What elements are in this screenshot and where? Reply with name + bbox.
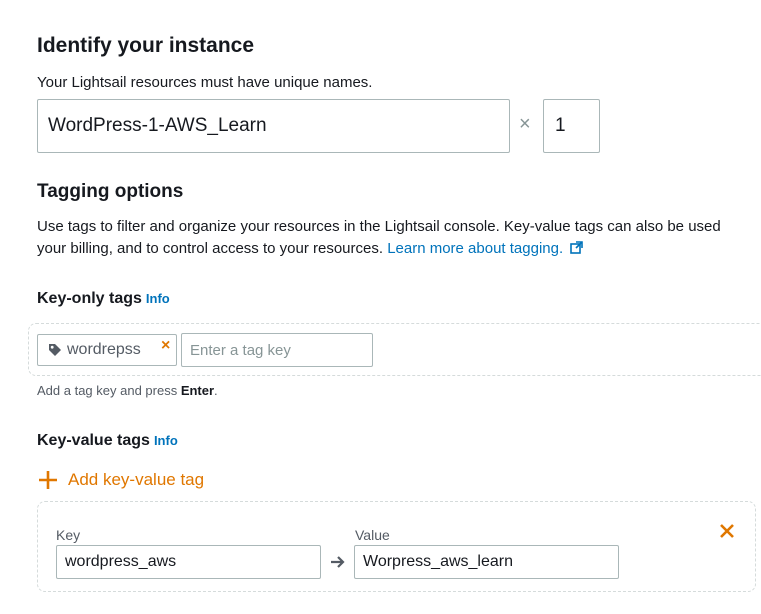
remove-key-value-tag-icon[interactable] (719, 523, 735, 539)
key-value-tags-title: Key-value tags (37, 432, 150, 449)
tag-key-field[interactable]: wordpress_aws (56, 545, 321, 579)
hint-prefix: Add a tag key and press (37, 383, 181, 398)
learn-more-tagging-link[interactable]: Learn more about tagging. (387, 240, 584, 257)
key-value-info-link[interactable]: Info (154, 433, 178, 448)
arrow-right-icon (331, 556, 345, 568)
key-only-hint: Add a tag key and press Enter. (37, 383, 218, 398)
remove-tag-icon[interactable]: × (161, 337, 170, 355)
tag-value-field[interactable]: Worpress_aws_learn (354, 545, 619, 579)
tag-icon (49, 344, 61, 356)
key-label: Key (56, 527, 81, 543)
tag-key-input[interactable]: Enter a tag key (181, 333, 373, 367)
add-key-value-tag-label: Add key-value tag (68, 470, 205, 489)
tagging-title: Tagging options (37, 181, 184, 202)
instance-count-value: 1 (555, 115, 566, 136)
tagging-description-line2: your billing, and to control access to y… (37, 240, 584, 257)
tagging-description-text: your billing, and to control access to y… (37, 240, 384, 257)
learn-more-text: Learn more about tagging. (387, 240, 564, 257)
instance-count-input[interactable]: 1 (543, 99, 600, 153)
key-only-tags-title: Key-only tags (37, 290, 142, 307)
tag-key-field-value: wordpress_aws (65, 553, 177, 570)
tag-chip: wordrepss (37, 334, 177, 366)
identify-description: Your Lightsail resources must have uniqu… (37, 74, 373, 91)
tagging-description-line1: Use tags to filter and organize your res… (37, 218, 721, 235)
plus-icon (39, 471, 57, 489)
hint-key: Enter (180, 383, 215, 398)
key-only-tags-heading: Key-only tags Info (37, 290, 170, 308)
identify-title: Identify your instance (37, 34, 255, 57)
value-label: Value (355, 527, 390, 543)
instance-name-value: WordPress-1-AWS_Learn (48, 115, 267, 136)
hint-suffix: . (214, 383, 218, 398)
multiply-icon: × (519, 113, 531, 135)
key-only-info-link[interactable]: Info (146, 291, 170, 306)
external-link-icon (570, 241, 584, 254)
instance-name-input[interactable]: WordPress-1-AWS_Learn (37, 99, 510, 153)
tag-value-field-value: Worpress_aws_learn (363, 553, 513, 570)
tag-key-placeholder: Enter a tag key (190, 341, 291, 359)
key-value-tags-heading: Key-value tags Info (37, 432, 178, 450)
add-key-value-tag-button[interactable]: Add key-value tag (37, 469, 204, 491)
tag-chip-label: wordrepss (67, 341, 141, 358)
